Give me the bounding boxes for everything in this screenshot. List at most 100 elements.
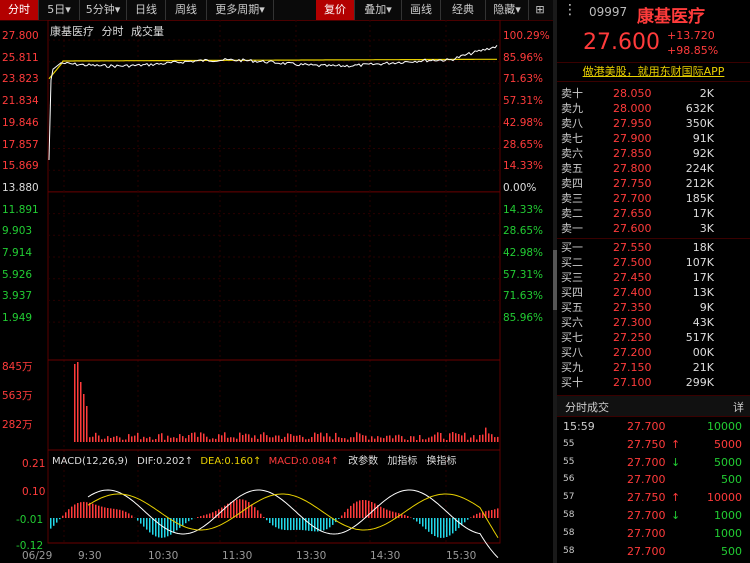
bid-price: 27.550 [613,241,652,254]
volume-bar [218,434,220,442]
ask-level-label: 卖二 [561,207,583,220]
macd-bar [362,500,364,518]
volume-bar [122,439,124,442]
bid-row[interactable]: 买五 27.350 9K [557,302,750,314]
volume-bar [173,437,175,442]
volume-bar [464,432,466,442]
volume-bar [254,435,256,442]
ask-volume: 632K [685,102,714,115]
price-tick-label: 1.949 [2,312,33,325]
price-tick-label: 3.937 [2,290,33,303]
tab-daily[interactable]: 日线 [127,0,166,20]
tab-adjusted-price[interactable]: 复价 [316,0,355,20]
percent-tick-label: 28.65% [503,225,544,238]
macd-bar [353,503,355,518]
volume-bar [359,433,361,442]
bid-row[interactable]: 买九 27.150 21K [557,362,750,374]
volume-bar [314,432,316,442]
tab-more-periods[interactable]: 更多周期▾ [207,0,274,20]
last-price: 27.600 [583,30,660,55]
macd-bar [428,518,430,532]
tab-overlay[interactable]: 叠加▾ [355,0,402,20]
tick-volume: 5000 [714,455,742,469]
ask-row[interactable]: 卖八 27.950 350K [557,118,750,130]
bid-volume: 9K [699,301,714,314]
price-change: +13.720 [667,29,715,42]
ask-row[interactable]: 卖六 27.850 92K [557,148,750,160]
volume-bar [299,435,301,442]
macd-bar [173,518,175,533]
tab-classic[interactable]: 经典 [441,0,486,20]
macd-bar [143,518,145,527]
bid-level-label: 买一 [561,241,583,254]
ask-row[interactable]: 卖一 27.600 3K [557,223,750,235]
volume-bar [380,437,382,442]
volume-bar [374,438,376,442]
bid-row[interactable]: 买十 27.100 299K [557,377,750,389]
volume-bar [194,432,196,442]
tab-hide[interactable]: 隐藏▾ [486,0,529,20]
menu-icon[interactable]: ⋮ [563,2,577,18]
bid-row[interactable]: 买八 27.200 00K [557,347,750,359]
volume-bar [449,433,451,442]
chart-stock-name: 康基医疗 [50,25,94,38]
macd-tick-label: 0.21 [22,458,46,470]
price-tick-label: 17.857 [2,138,39,151]
volume-bar [176,438,178,442]
tick-volume: 500 [721,544,742,558]
volume-bar [92,436,94,442]
bid-price: 27.500 [613,256,652,269]
bid-row[interactable]: 买七 27.250 517K [557,332,750,344]
ask-row[interactable]: 卖九 28.000 632K [557,103,750,115]
tick-time: 55 [563,456,575,467]
tab-5day[interactable]: 5日▾ [39,0,80,20]
volume-bar [347,439,349,442]
bid-row[interactable]: 买六 27.300 43K [557,317,750,329]
intraday-chart[interactable]: 康基医疗 分时 成交量 27.800 25.811 23.823 21.834 19.8… [0,20,553,563]
ticks-detail-button[interactable]: 详 [733,399,744,415]
macd-bar [449,518,451,536]
ask-row[interactable]: 卖十 28.050 2K [557,88,750,100]
bid-row[interactable]: 买一 27.550 18K [557,242,750,254]
promo-banner[interactable]: 做港美股，就用东财国际APP [557,62,750,82]
macd-bar [308,518,310,531]
ask-row[interactable]: 卖二 27.650 17K [557,208,750,220]
tab-draw-line[interactable]: 画线 [402,0,441,20]
macd-bar [413,518,415,520]
ask-row[interactable]: 卖七 27.900 91K [557,133,750,145]
bid-price: 27.100 [613,376,652,389]
volume-bar [326,433,328,442]
volume-bar [107,436,109,442]
volume-bar [434,434,436,442]
volume-bar [131,436,133,442]
bid-row[interactable]: 买三 27.450 17K [557,272,750,284]
macd-switch-indicator-link[interactable]: 换指标 [427,456,457,467]
tab-weekly[interactable]: 周线 [166,0,207,20]
bid-price: 27.400 [613,286,652,299]
tab-intraday[interactable]: 分时 [0,0,39,20]
tick-price: 27.700 [627,544,666,558]
tab-5min[interactable]: 5分钟▾ [80,0,127,20]
bid-row[interactable]: 买二 27.500 107K [557,257,750,269]
ask-row[interactable]: 卖五 27.800 224K [557,163,750,175]
volume-bar [392,438,394,442]
volume-bar [491,434,493,442]
bid-row[interactable]: 买四 27.400 13K [557,287,750,299]
macd-bar [170,518,172,535]
volume-bar [149,436,151,442]
price-tick-label: 15.869 [2,160,39,173]
splitter-handle[interactable] [553,250,557,310]
ask-row[interactable]: 卖三 27.700 185K [557,193,750,205]
macd-bar [404,514,406,518]
tick-volume: 10000 [707,491,742,505]
grid-icon[interactable]: ⊞ [529,0,551,20]
ask-row[interactable]: 卖四 27.750 212K [557,178,750,190]
macd-bar [176,518,178,531]
volume-bar [371,436,373,442]
macd-add-indicator-link[interactable]: 加指标 [387,456,417,467]
macd-edit-params-link[interactable]: 改参数 [348,456,378,467]
volume-bar [278,435,280,442]
book-divider [557,238,750,239]
volume-bar [470,437,472,442]
tick-time: 57 [563,492,575,503]
